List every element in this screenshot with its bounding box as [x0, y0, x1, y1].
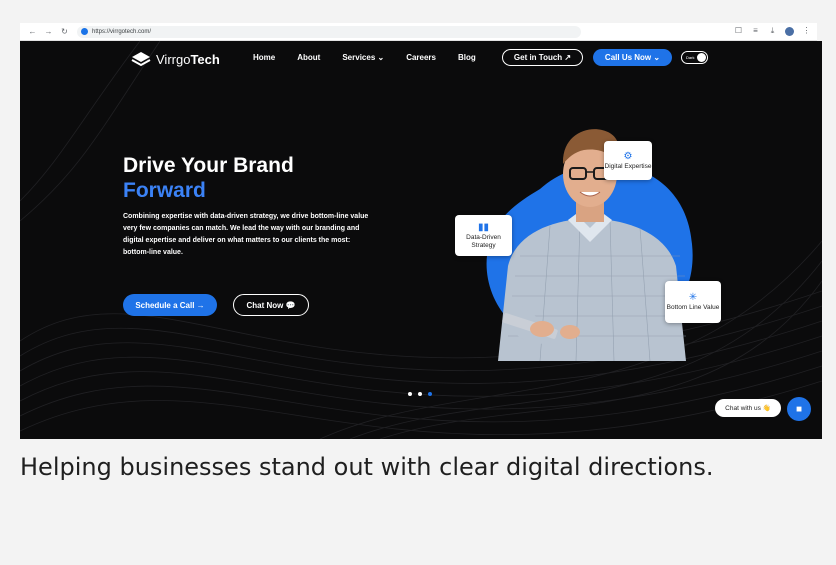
carousel-dot-2[interactable]	[418, 392, 422, 396]
chat-now-button[interactable]: Chat Now 💬	[233, 294, 309, 316]
browser-nav: ← → ↻	[28, 27, 69, 36]
site-info-icon[interactable]	[81, 28, 88, 35]
hero-title: Drive Your Brand	[123, 154, 294, 177]
bookmark-icon[interactable]: ☐	[734, 26, 743, 36]
call-us-now-button[interactable]: Call Us Now ⌄	[593, 49, 672, 66]
chat-fab-button[interactable]: ■	[787, 397, 811, 421]
browser-actions: ☐ ≡ ⤓ ⋮	[734, 26, 811, 36]
bottom-line-label: Bottom Line Value	[666, 304, 720, 311]
download-icon[interactable]: ⤓	[768, 26, 777, 36]
hero-description: Combining expertise with data-driven str…	[123, 213, 369, 256]
nav-services[interactable]: Services ⌄	[342, 53, 384, 62]
back-icon[interactable]: ←	[28, 27, 37, 36]
nav-blog[interactable]: Blog	[458, 53, 476, 62]
url-text: https://virrgotech.com/	[92, 28, 152, 35]
chat-bubble-icon: ■	[795, 403, 803, 415]
theme-toggle-knob	[697, 53, 706, 62]
address-bar[interactable]: https://virrgotech.com/	[77, 25, 581, 38]
get-in-touch-button[interactable]: Get in Touch ↗	[502, 49, 583, 66]
forward-icon[interactable]: →	[44, 27, 53, 36]
theme-toggle[interactable]: Dark	[681, 51, 708, 64]
digital-expertise-icon: ⚙	[623, 150, 633, 162]
browser-toolbar: ← → ↻ https://virrgotech.com/ ☐ ≡ ⤓ ⋮	[20, 23, 817, 41]
schedule-call-button[interactable]: Schedule a Call →	[123, 294, 217, 316]
carousel-dot-3[interactable]	[428, 392, 432, 396]
main-nav: Home About Services ⌄ Careers Blog	[253, 53, 498, 62]
logo-mark-icon	[131, 52, 151, 67]
logo-text-light: Virrgo	[156, 51, 191, 67]
theme-toggle-label: Dark	[686, 55, 695, 60]
hero-title-highlight: Forward	[123, 179, 206, 202]
nav-about[interactable]: About	[297, 53, 320, 62]
reload-icon[interactable]: ↻	[60, 27, 69, 36]
person-illustration	[498, 129, 686, 361]
carousel-dot-1[interactable]	[408, 392, 412, 396]
digital-expertise-label: Digital Expertise	[604, 162, 652, 170]
logo-text-bold: Tech	[190, 51, 220, 67]
screenshot-caption: Helping businesses stand out with clear …	[20, 453, 714, 481]
data-driven-card: ▮▮ Data-Driven Strategy	[455, 215, 512, 256]
data-driven-label: Data-Driven Strategy	[466, 233, 501, 249]
digital-expertise-card: ⚙ Digital Expertise	[604, 141, 652, 180]
nav-home[interactable]: Home	[253, 53, 275, 62]
bottom-line-card: ✳ Bottom Line Value	[665, 281, 721, 323]
carousel-dots	[408, 392, 432, 396]
sparkle-icon: ✳	[688, 292, 698, 303]
screenshot-frame: ← → ↻ https://virrgotech.com/ ☐ ≡ ⤓ ⋮ Vi…	[0, 0, 836, 565]
chat-with-us-label[interactable]: Chat with us 👋	[715, 399, 781, 417]
menu-dots-icon[interactable]: ⋮	[802, 26, 811, 36]
profile-avatar[interactable]	[785, 27, 794, 36]
nav-careers[interactable]: Careers	[406, 53, 436, 62]
site-logo[interactable]: Virrgo Tech	[131, 51, 220, 67]
bar-chart-icon: ▮▮	[477, 221, 489, 233]
hero-section: Virrgo Tech Home About Services ⌄ Careers…	[20, 41, 822, 439]
tab-search-icon[interactable]: ≡	[751, 26, 760, 36]
